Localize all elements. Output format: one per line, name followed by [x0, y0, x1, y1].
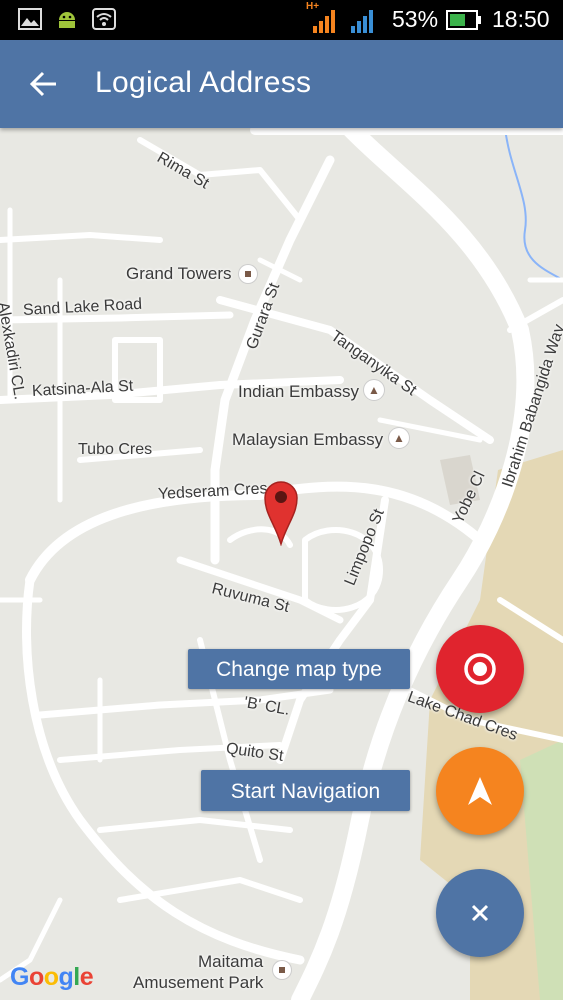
place-label: Maitama	[198, 952, 264, 971]
street-label: Tubo Cres	[78, 441, 153, 458]
status-time: 18:50	[492, 6, 550, 32]
start-navigation-button[interactable]: Start Navigation	[201, 770, 410, 811]
target-icon	[464, 653, 496, 685]
embassy-icon[interactable]: ▲	[389, 428, 409, 448]
gallery-icon	[18, 8, 42, 30]
location-pin-icon[interactable]	[263, 480, 299, 546]
signal-sim2-icon	[351, 10, 373, 33]
place-label: Malaysian Embassy	[232, 430, 384, 449]
signal-sim1-icon	[313, 10, 335, 33]
navigate-button[interactable]	[436, 747, 524, 835]
page-title: Logical Address	[95, 66, 312, 99]
close-icon	[471, 904, 489, 922]
poi-marker-icon[interactable]	[239, 265, 257, 283]
wifi-icon	[92, 8, 116, 30]
poi-marker-icon[interactable]	[273, 961, 291, 979]
place-label: Grand Towers	[126, 264, 232, 283]
embassy-icon[interactable]: ▲	[364, 380, 384, 400]
close-button[interactable]	[436, 869, 524, 957]
my-location-button[interactable]	[436, 625, 524, 713]
status-bar: H+ 53% 18:50	[0, 0, 563, 40]
place-label: Indian Embassy	[238, 382, 359, 401]
navigation-arrow-icon	[468, 777, 492, 805]
back-arrow-icon[interactable]	[24, 62, 68, 106]
app-bar: Logical Address	[0, 40, 563, 128]
android-icon	[59, 12, 75, 28]
change-map-type-button[interactable]: Change map type	[188, 649, 410, 689]
battery-icon	[446, 10, 481, 30]
battery-percent: 53%	[392, 6, 439, 32]
google-logo: Google	[10, 963, 94, 991]
place-label: Amusement Park	[133, 973, 264, 992]
